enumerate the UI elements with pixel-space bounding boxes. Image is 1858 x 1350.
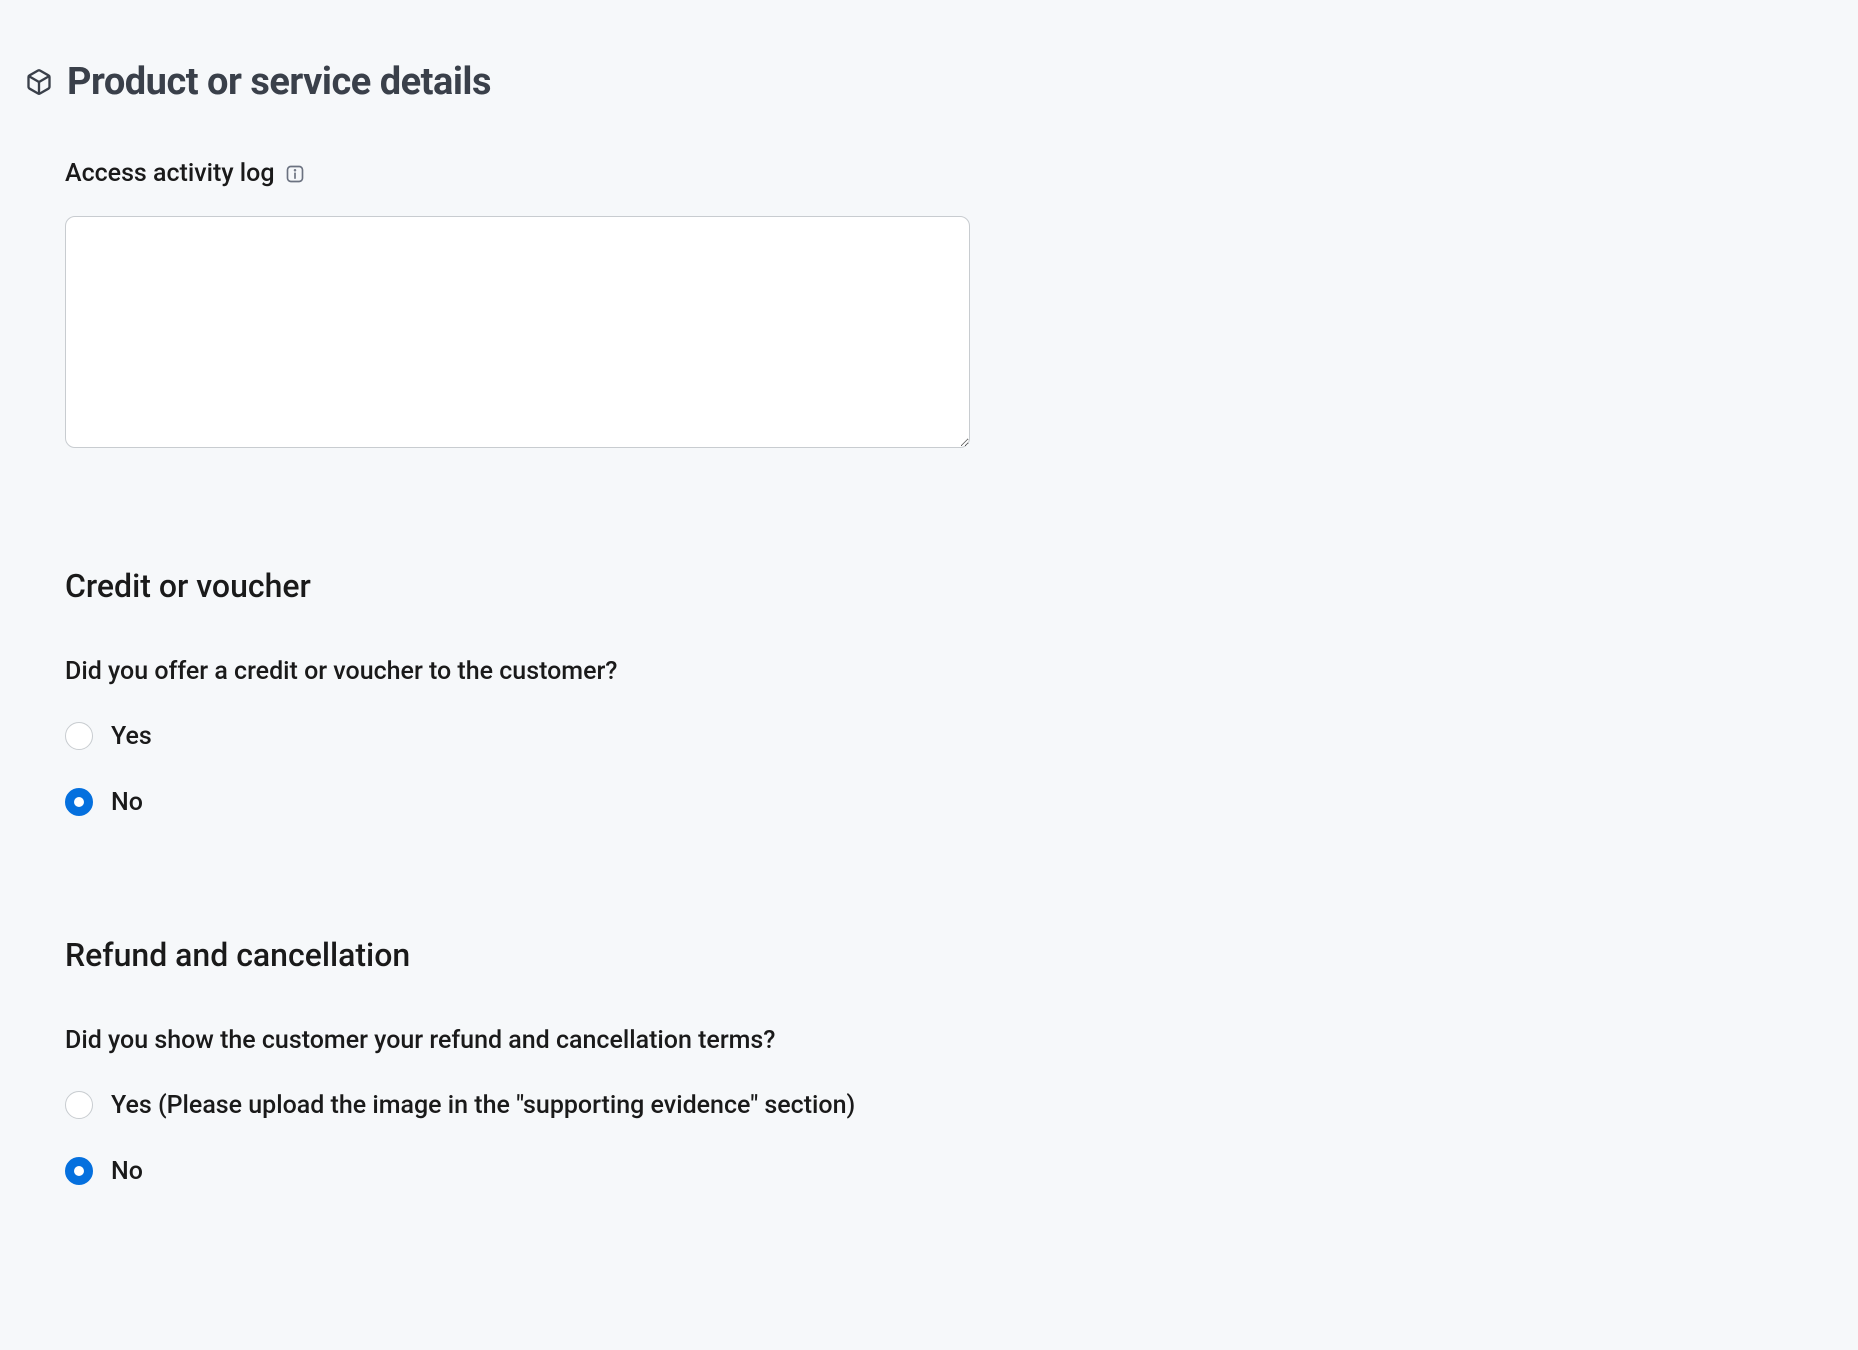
credit-voucher-heading: Credit or voucher (65, 567, 958, 605)
refund-cancellation-no-option[interactable]: No (65, 1153, 958, 1191)
activity-log-textarea[interactable] (65, 216, 970, 448)
radio-label-no: No (111, 1153, 143, 1191)
info-icon[interactable] (285, 164, 305, 184)
credit-voucher-no-option[interactable]: No (65, 784, 958, 822)
radio-input-selected[interactable] (65, 1157, 93, 1185)
radio-label-no: No (111, 784, 143, 822)
form-content: Access activity log Credit or voucher Di… (25, 159, 958, 1190)
activity-log-field-group: Access activity log (65, 159, 958, 452)
page-header: Product or service details (25, 60, 958, 104)
refund-cancellation-radio-group: Yes (Please upload the image in the "sup… (65, 1087, 958, 1190)
credit-voucher-section: Credit or voucher Did you offer a credit… (65, 567, 958, 821)
refund-cancellation-question: Did you show the customer your refund an… (65, 1026, 958, 1055)
refund-cancellation-section: Refund and cancellation Did you show the… (65, 936, 958, 1190)
activity-log-label: Access activity log (65, 159, 275, 188)
credit-voucher-yes-option[interactable]: Yes (65, 718, 958, 756)
page-title: Product or service details (67, 60, 491, 104)
radio-input-selected[interactable] (65, 788, 93, 816)
credit-voucher-question: Did you offer a credit or voucher to the… (65, 657, 958, 686)
package-icon (25, 68, 53, 96)
radio-label-yes: Yes (Please upload the image in the "sup… (111, 1087, 855, 1125)
radio-input-unselected[interactable] (65, 722, 93, 750)
refund-cancellation-yes-option[interactable]: Yes (Please upload the image in the "sup… (65, 1087, 958, 1125)
refund-cancellation-heading: Refund and cancellation (65, 936, 958, 974)
credit-voucher-radio-group: Yes No (65, 718, 958, 821)
activity-log-label-row: Access activity log (65, 159, 958, 188)
radio-input-unselected[interactable] (65, 1091, 93, 1119)
radio-label-yes: Yes (111, 718, 152, 756)
